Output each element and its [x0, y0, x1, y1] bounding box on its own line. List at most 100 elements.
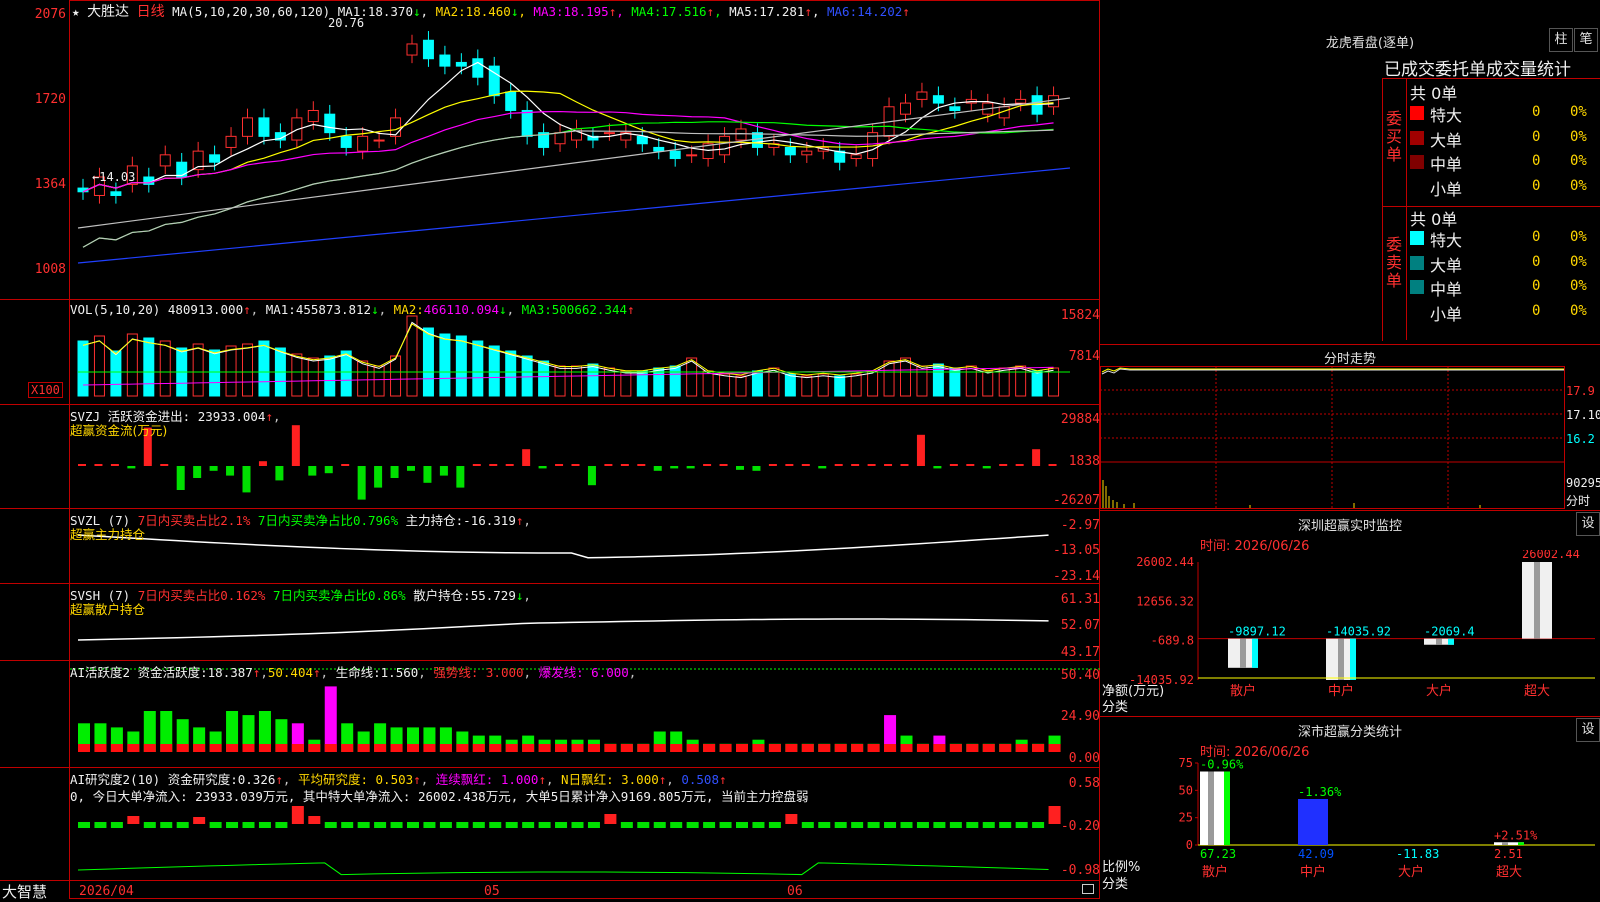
candle-body[interactable] — [784, 146, 796, 156]
legend-swatch — [1410, 179, 1424, 194]
fenshi-unit: 分时 — [1566, 494, 1591, 508]
right-panel: 龙虎看盘(逐单) 柱 笔 已成交委托单成交量统计 委买单 委卖单 共 0单 共 … — [1100, 0, 1600, 900]
longhu-header: 已成交委托单成交量统计 — [1384, 60, 1571, 80]
candle-body[interactable] — [406, 43, 418, 56]
candle-body[interactable] — [801, 150, 813, 156]
fund-flow-bar — [538, 466, 547, 469]
candle-body[interactable] — [636, 135, 648, 145]
activity-base — [143, 744, 156, 752]
candle-body[interactable] — [850, 154, 862, 160]
ai-active-y-label: 24.90 — [1060, 709, 1100, 724]
candle-body[interactable] — [686, 154, 698, 157]
candle-body[interactable] — [949, 106, 961, 111]
ai-active-header: AI活跃度2 资金活跃度:18.387↑,50.404↑, 生命线:1.560,… — [70, 665, 637, 680]
research-bar — [209, 822, 222, 828]
period-label[interactable]: 日线 — [137, 4, 165, 20]
candle-body[interactable] — [159, 154, 171, 167]
classify-frame — [1100, 716, 1600, 717]
candle-body[interactable] — [505, 91, 517, 111]
order-count: 0 — [1532, 104, 1541, 120]
classify-bar[interactable] — [1298, 798, 1328, 845]
y-tick-label: -689.8 — [1151, 634, 1194, 648]
fund-flow-bar — [1015, 464, 1024, 466]
candle-body[interactable] — [439, 54, 451, 67]
volume-bar — [455, 335, 467, 397]
legend-swatch — [1410, 255, 1424, 270]
research-bar — [242, 822, 255, 828]
candle-body[interactable] — [472, 58, 484, 78]
research-bar — [439, 822, 452, 828]
candle-body[interactable] — [357, 135, 369, 152]
buy-total: 共 0单 — [1410, 84, 1458, 103]
candle-body[interactable] — [455, 61, 467, 67]
fund-flow-bar — [275, 466, 284, 481]
candle-body[interactable] — [669, 150, 681, 160]
candle-body[interactable] — [603, 132, 615, 135]
svzj-y-label: 29884 — [1060, 412, 1100, 427]
classify-settings-button[interactable]: 设 — [1576, 718, 1600, 742]
candle-body[interactable] — [373, 139, 385, 142]
vol-unit[interactable]: X100 — [28, 382, 63, 398]
stock-name[interactable]: 大胜达 — [87, 4, 129, 20]
volume-bar — [472, 340, 484, 397]
monitor-settings-button[interactable]: 设 — [1576, 512, 1600, 536]
bar-mode-button[interactable]: 柱 — [1549, 28, 1573, 52]
main-chart-area[interactable]: ★ 大胜达 日线 MA(5,10,20,30,60,120) MA1:18.37… — [0, 0, 1100, 902]
brand-logo[interactable]: 大智慧 — [2, 881, 47, 902]
candle-body[interactable] — [521, 109, 533, 137]
candle-body[interactable] — [225, 135, 237, 148]
fund-flow-bar — [653, 466, 662, 471]
fund-flow-bar — [999, 464, 1008, 466]
candle-body[interactable] — [307, 109, 319, 123]
fund-flow-bar — [390, 466, 399, 478]
activity-base — [275, 744, 288, 752]
fund-flow-bar — [291, 425, 300, 466]
candle-body[interactable] — [653, 146, 665, 152]
main-chart-svg[interactable] — [0, 0, 1100, 900]
fund-flow-bar — [785, 464, 794, 466]
candle-body[interactable] — [422, 39, 434, 60]
order-count: 0 — [1532, 302, 1541, 319]
order-count: 0 — [1532, 177, 1541, 194]
candle-body[interactable] — [719, 135, 731, 156]
monitor-bar[interactable] — [1326, 638, 1356, 680]
candle-body[interactable] — [110, 191, 122, 196]
order-count: 0 — [1532, 278, 1541, 294]
candle-body[interactable] — [554, 132, 566, 145]
classify-chart[interactable]: 75 50 25 0 -0.96% 67.23 散户 -1.36% 42.09 中户 -11.83 大… — [1100, 755, 1600, 900]
candle-body[interactable] — [1015, 98, 1027, 104]
candle-body[interactable] — [735, 128, 747, 141]
candle-body[interactable] — [209, 154, 221, 163]
ma-line — [77, 167, 1071, 264]
star-icon[interactable]: ★ — [72, 4, 80, 19]
research-bar — [604, 814, 617, 824]
monitor-bar[interactable] — [1228, 638, 1258, 668]
monitor-chart[interactable]: 26002.44 12656.32 -689.8 -14035.92 -9897.12 散… — [1100, 550, 1600, 720]
candle-body[interactable] — [932, 95, 944, 104]
candle-body[interactable] — [916, 91, 928, 100]
order-count: 0 — [1532, 153, 1541, 169]
classify-bar[interactable] — [1494, 842, 1524, 845]
tick-mode-button[interactable]: 笔 — [1574, 28, 1598, 52]
candle-body[interactable] — [390, 117, 402, 137]
lock-icon[interactable] — [1082, 884, 1094, 894]
fenshi-title: 分时走势 — [1323, 352, 1376, 367]
candle-body[interactable] — [1048, 95, 1060, 108]
fund-flow-bar — [719, 464, 728, 466]
monitor-bar[interactable] — [1522, 562, 1552, 639]
fenshi-y-label: 16.2 — [1566, 432, 1595, 446]
candle-body[interactable] — [751, 132, 763, 148]
candle-body[interactable] — [176, 161, 188, 178]
research-bar — [768, 822, 781, 828]
candle-body[interactable] — [242, 117, 253, 137]
fund-flow-bar — [587, 466, 596, 486]
fenshi-chart[interactable] — [1100, 366, 1600, 510]
monitor-bar[interactable] — [1424, 638, 1454, 645]
candle-body[interactable] — [324, 113, 336, 134]
candle-body[interactable] — [258, 117, 270, 137]
activity-base — [127, 744, 140, 752]
classify-bar[interactable] — [1200, 771, 1230, 845]
candle-body[interactable] — [340, 135, 352, 148]
volume-bar — [784, 373, 796, 397]
candle-body[interactable] — [900, 102, 911, 115]
